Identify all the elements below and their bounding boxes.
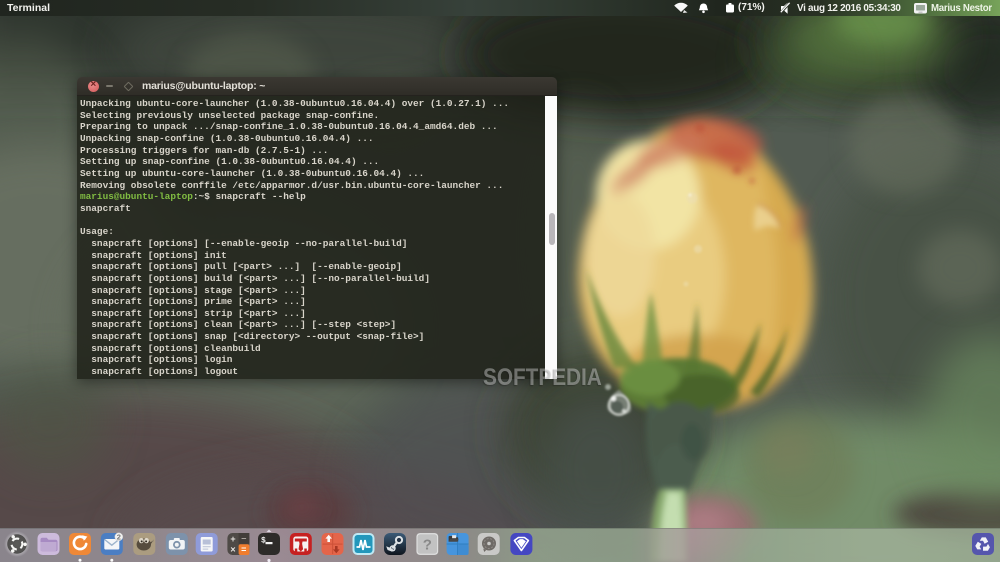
svg-text:−: − xyxy=(241,534,246,544)
svg-text:=: = xyxy=(241,544,246,554)
svg-text:+: + xyxy=(230,534,235,544)
svg-text:×: × xyxy=(230,545,235,555)
svg-text:$: $ xyxy=(261,537,266,546)
svg-text:?: ? xyxy=(423,537,432,554)
svg-text:2: 2 xyxy=(117,533,121,542)
